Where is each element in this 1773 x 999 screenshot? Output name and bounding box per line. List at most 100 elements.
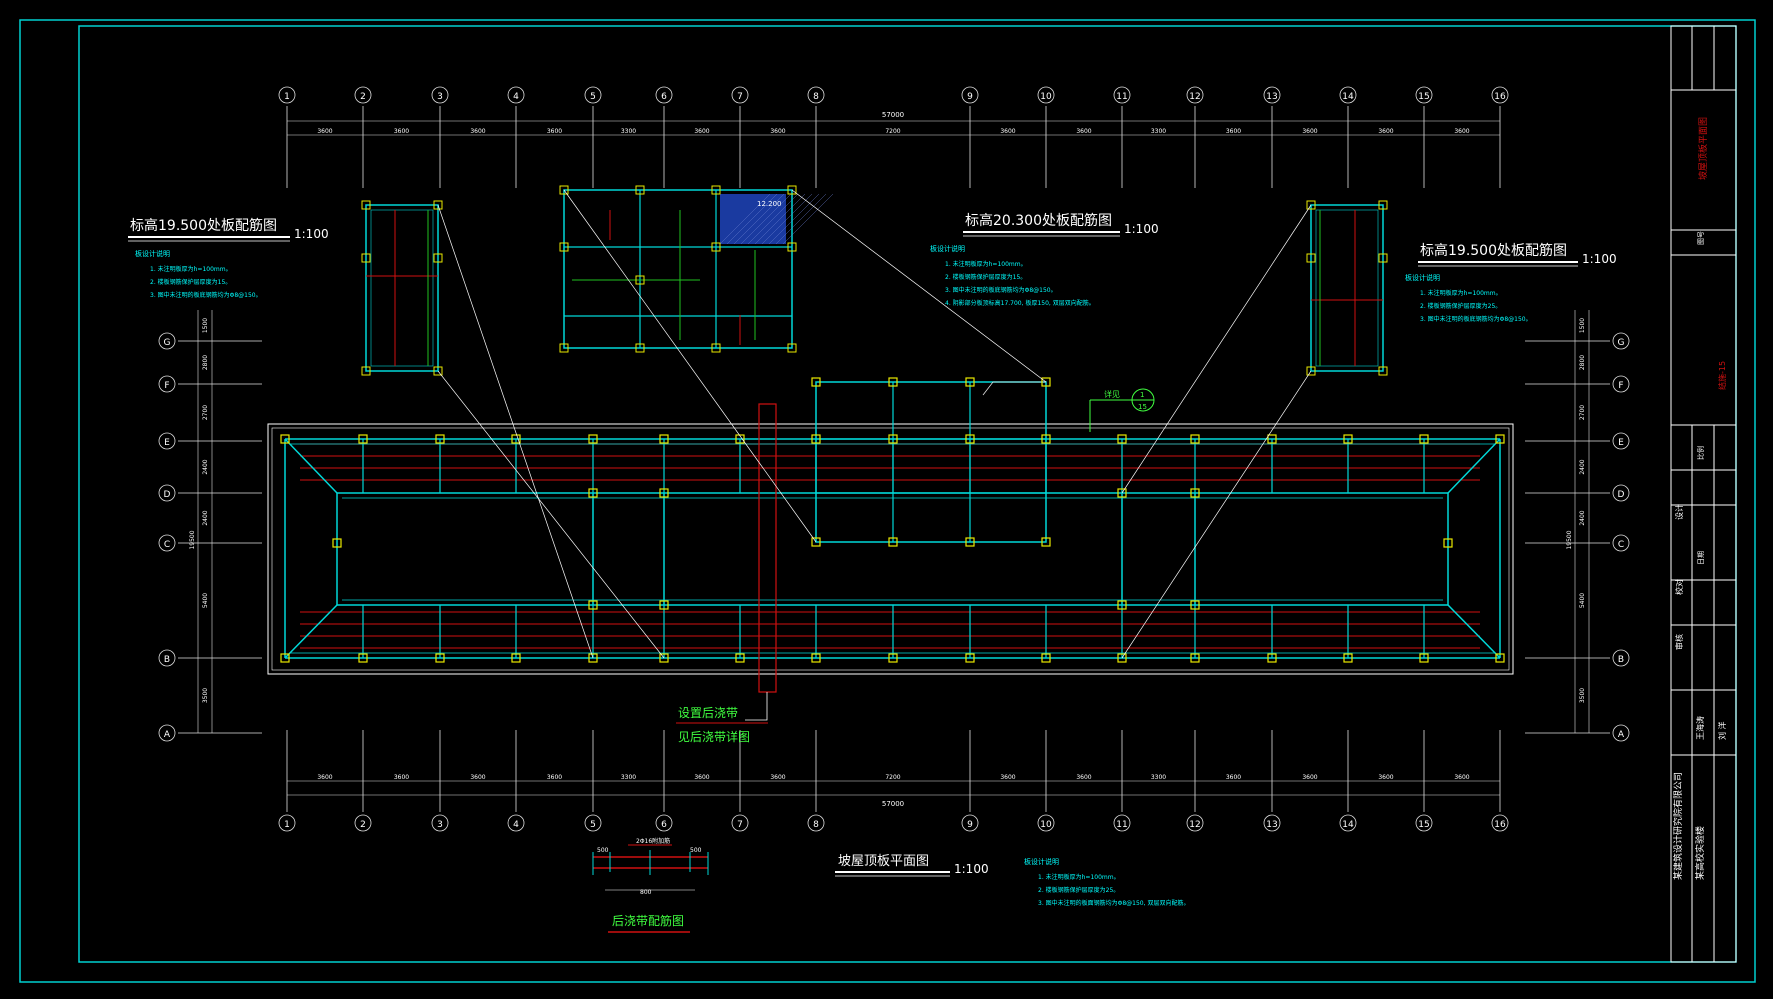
grid-label-bottom: 12: [1189, 820, 1200, 830]
grid-label-bottom: 10: [1040, 820, 1052, 830]
dim-row-right: 5400: [1579, 593, 1586, 608]
dim-row-left: 2400: [202, 510, 209, 525]
dim-spacing-bottom: 7200: [885, 774, 900, 781]
notes-bottom-2: 2. 楼板钢筋保护层厚度为25。: [1038, 886, 1119, 894]
title-detail: 后浇带配筋图: [612, 913, 684, 928]
grid-label-bottom: 4: [513, 820, 519, 830]
grid-label-top: 1: [284, 92, 290, 102]
grid-label-right: A: [1618, 730, 1625, 740]
grid-label-top: 14: [1342, 92, 1354, 102]
title-left: 标高19.500处板配筋图: [130, 217, 277, 234]
grid-label-left: D: [164, 490, 171, 500]
grid-label-top: 10: [1040, 92, 1052, 102]
dim-spacing-top: 3600: [1076, 128, 1091, 135]
notes-center-4: 4. 阴影部分板顶标高17.700, 板厚150, 双层双向配筋。: [945, 299, 1095, 307]
detail-dim-2: 500: [690, 847, 702, 854]
dim-spacing-top: 3600: [1454, 128, 1469, 135]
dim-spacing-top: 3600: [694, 128, 709, 135]
post-pour-line2: 见后浇带详图: [678, 729, 750, 744]
dim-row-left: 5400: [202, 593, 209, 608]
dim-row-right: 3500: [1579, 688, 1586, 703]
dim-spacing-top: 3600: [470, 128, 485, 135]
notes-center-heading: 板设计说明: [930, 244, 965, 253]
title-left-scale: 1:100: [294, 227, 329, 241]
title-block-date-label: 日期: [1697, 551, 1705, 565]
notes-left-2: 2. 楼板钢筋保护层厚度为15。: [150, 278, 231, 286]
grid-label-left: G: [164, 338, 171, 348]
dim-row-total-left: 19500: [189, 530, 196, 549]
dim-spacing-top: 3300: [1151, 128, 1166, 135]
title-main: 坡屋顶板平面图: [838, 854, 929, 869]
post-pour-line1: 设置后浇带: [678, 706, 738, 720]
dim-total-bottom: 57000: [882, 800, 904, 808]
grid-label-top: 13: [1266, 92, 1277, 102]
dim-spacing-top: 3600: [1378, 128, 1393, 135]
title-center: 标高20.300处板配筋图: [965, 212, 1112, 229]
grid-label-bottom: 6: [661, 820, 667, 830]
grid-label-right: E: [1618, 438, 1624, 448]
title-center-scale: 1:100: [1124, 222, 1159, 236]
title-main-scale: 1:100: [954, 862, 989, 876]
grid-label-top: 16: [1494, 92, 1506, 102]
title-block-approve: 审核: [1674, 634, 1684, 650]
dim-row-left: 1500: [202, 318, 209, 333]
grid-label-bottom: 15: [1418, 820, 1429, 830]
dim-spacing-bottom: 3600: [694, 774, 709, 781]
grid-label-bottom: 9: [967, 820, 973, 830]
section-ref-bottom: 15: [1138, 403, 1147, 411]
grid-label-bottom: 1: [284, 820, 290, 830]
notes-right-1: 1. 未注明板厚为h=100mm。: [1420, 289, 1502, 297]
dim-row-left: 2700: [202, 405, 209, 420]
dim-row-left: 2800: [202, 355, 209, 370]
grid-label-left: A: [164, 730, 171, 740]
title-block-sheet-label: 图号: [1697, 231, 1705, 245]
notes-right-2: 2. 楼板钢筋保护层厚度为25。: [1420, 302, 1501, 310]
grid-label-top: 15: [1418, 92, 1429, 102]
notes-left-1: 1. 未注明板厚为h=100mm。: [150, 265, 232, 273]
grid-label-bottom: 13: [1266, 820, 1277, 830]
detail-dim-3: 800: [640, 889, 652, 896]
dim-spacing-bottom: 3600: [1454, 774, 1469, 781]
title-block-company: 某建筑设计研究院有限公司: [1672, 772, 1684, 880]
notes-left-3: 3. 图中未注明的板底钢筋均为Φ8@150。: [150, 291, 262, 299]
notes-bottom-1: 1. 未注明板厚为h=100mm。: [1038, 873, 1120, 881]
grid-label-top: 11: [1116, 92, 1127, 102]
dim-row-left: 3500: [202, 688, 209, 703]
grid-label-bottom: 3: [437, 820, 443, 830]
dim-spacing-top: 7200: [885, 128, 900, 135]
dim-spacing-top: 3600: [394, 128, 409, 135]
dim-spacing-bottom: 3600: [1076, 774, 1091, 781]
dim-spacing-top: 3600: [770, 128, 785, 135]
title-right-scale: 1:100: [1582, 252, 1617, 266]
title-block-name-a: 王海涛: [1695, 716, 1705, 740]
grid-label-top: 9: [967, 92, 973, 102]
grid-label-bottom: 11: [1116, 820, 1127, 830]
grid-label-top: 3: [437, 92, 443, 102]
dim-row-right: 2800: [1579, 355, 1586, 370]
notes-bottom-heading: 板设计说明: [1024, 857, 1059, 866]
dim-total-top: 57000: [882, 111, 904, 119]
title-block-check: 校对: [1674, 579, 1684, 595]
grid-label-left: B: [164, 655, 170, 665]
grid-label-right: F: [1618, 381, 1623, 391]
grid-label-top: 4: [513, 92, 519, 102]
grid-label-right: G: [1618, 338, 1625, 348]
notes-center-3: 3. 图中未注明的板底钢筋均为Φ8@150。: [945, 286, 1057, 294]
grid-label-bottom: 16: [1494, 820, 1506, 830]
grid-label-top: 8: [813, 92, 819, 102]
grid-label-top: 5: [590, 92, 596, 102]
grid-label-left: E: [164, 438, 170, 448]
dim-row-right: 1500: [1579, 318, 1586, 333]
grid-label-right: D: [1618, 490, 1625, 500]
dim-row-right: 2700: [1579, 405, 1586, 420]
dim-spacing-top: 3600: [1226, 128, 1241, 135]
notes-center-1: 1. 未注明板厚为h=100mm。: [945, 260, 1027, 268]
grid-label-top: 2: [360, 92, 366, 102]
grid-label-left: C: [164, 540, 170, 550]
title-block-design: 设计: [1674, 504, 1684, 520]
dim-spacing-bottom: 3600: [547, 774, 562, 781]
section-ref-top: 1: [1140, 391, 1144, 399]
dim-spacing-bottom: 3600: [317, 774, 332, 781]
grid-label-bottom: 5: [590, 820, 596, 830]
notes-right-3: 3. 图中未注明的板底钢筋均为Φ8@150。: [1420, 315, 1532, 323]
